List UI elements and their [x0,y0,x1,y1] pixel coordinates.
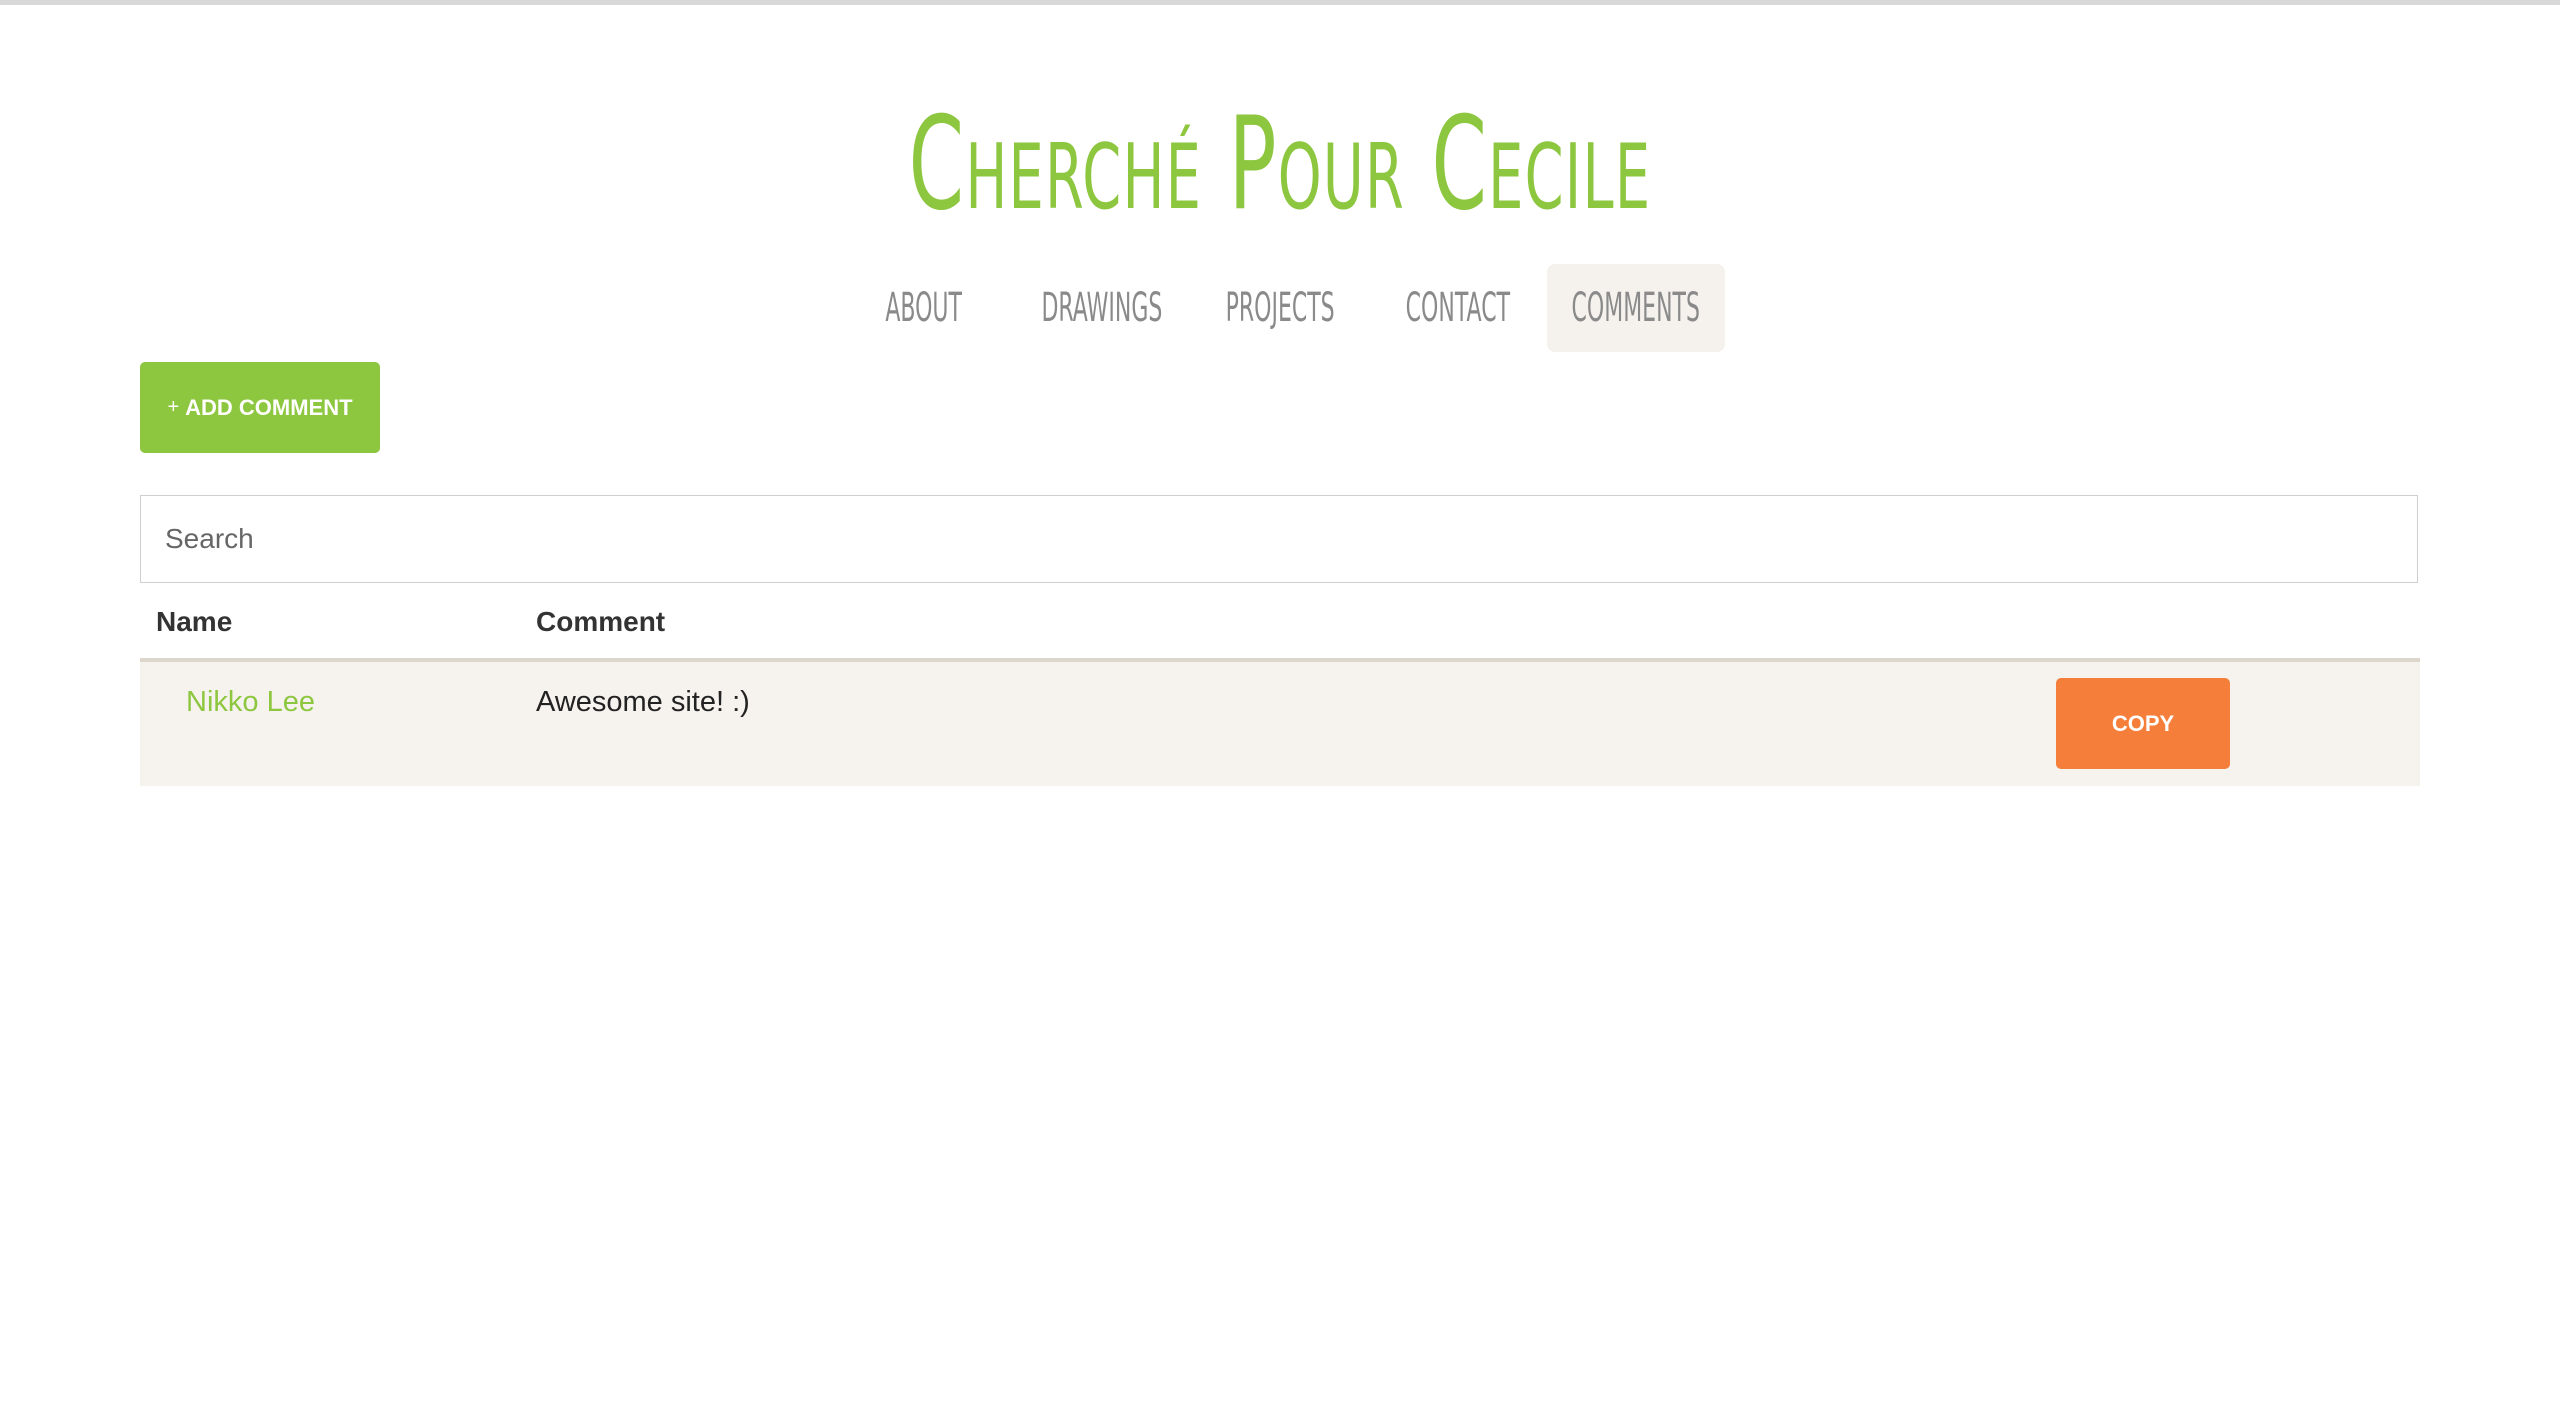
nav-item-label: About [885,285,963,331]
plus-icon: + [167,396,180,418]
main-nav: About Drawings Projects Contact Comments [0,264,2560,352]
window-top-border [0,0,2560,5]
nav-item-comments[interactable]: Comments [1547,264,1725,352]
comments-table: Name Comment Nikko Lee Awesome site! :) … [140,596,2420,786]
nav-item-contact[interactable]: Contact [1369,264,1547,352]
nav-item-label: Contact [1405,285,1511,331]
table-header: Name Comment [140,596,2420,662]
site-title: Cherché Pour Cecile [908,90,1652,239]
nav-item-drawings[interactable]: Drawings [1013,264,1191,352]
nav-item-label: Projects [1225,285,1335,331]
search-input[interactable] [140,495,2418,583]
nav-item-about[interactable]: About [835,264,1013,352]
commenter-name-link[interactable]: Nikko Lee [186,686,315,719]
copy-button[interactable]: COPY [2056,678,2230,769]
column-header-name: Name [156,606,233,637]
add-comment-label: Add Comment [185,394,353,420]
nav-item-projects[interactable]: Projects [1191,264,1369,352]
column-header-comment: Comment [536,606,666,637]
nav-item-label: Comments [1571,285,1701,331]
add-comment-button[interactable]: + Add Comment [140,362,380,453]
nav-item-label: Drawings [1041,285,1163,331]
comment-text: Awesome site! :) [536,686,750,718]
table-row: Nikko Lee Awesome site! :) COPY [140,662,2420,786]
